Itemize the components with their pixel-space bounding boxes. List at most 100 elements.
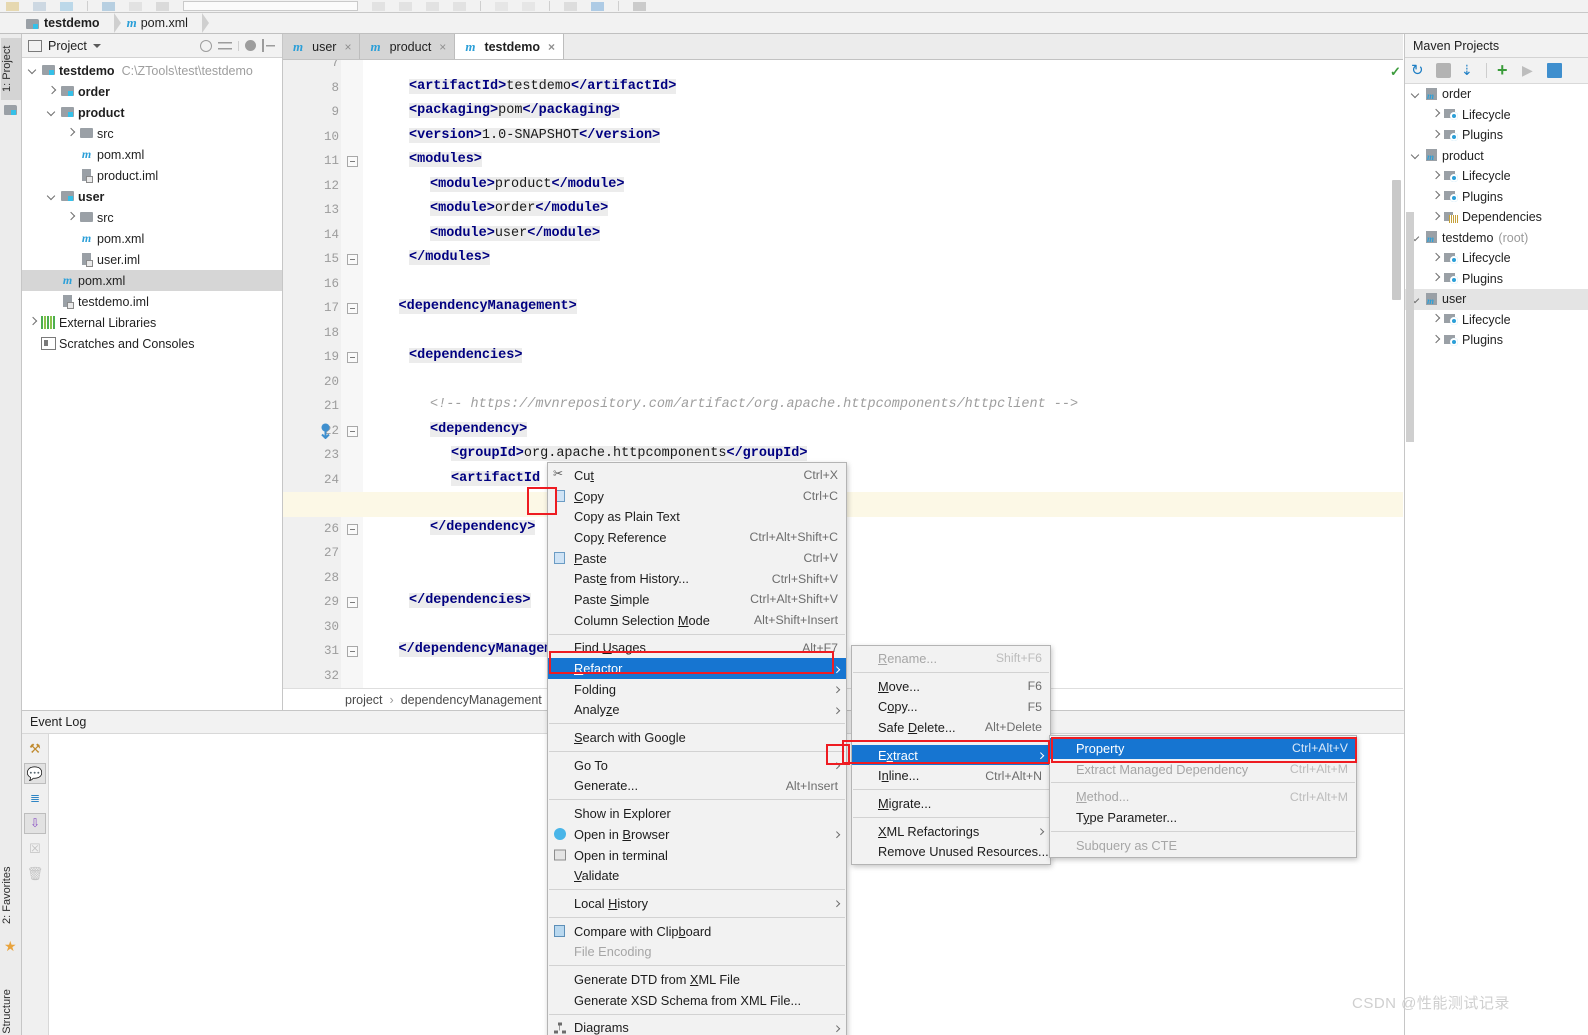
sidebar-item-project[interactable]: 1: Project xyxy=(1,38,21,100)
maven-tree-row[interactable]: Plugins xyxy=(1405,330,1588,351)
maven-tree-row[interactable]: Lifecycle xyxy=(1405,105,1588,126)
chevron-down-icon[interactable] xyxy=(1409,87,1424,102)
open-folder-icon[interactable] xyxy=(6,1,19,11)
inspection-status-badge[interactable]: ✓ xyxy=(1390,64,1401,80)
editor-tab-bar[interactable]: m user × m product × m testdemo × xyxy=(283,34,1403,60)
menu-item-search-with-google[interactable]: Search with Google xyxy=(548,727,846,748)
project-tree-row[interactable]: testdemo.iml xyxy=(22,291,282,312)
chevron-down-icon[interactable] xyxy=(45,105,60,120)
chevron-right-icon[interactable] xyxy=(1429,312,1444,327)
refactor-submenu[interactable]: Rename... Shift+F6 Move... F6 Copy... F5 Safe … xyxy=(851,645,1051,866)
project-tree-row[interactable]: m pom.xml xyxy=(22,270,282,291)
chevron-right-icon[interactable] xyxy=(1429,189,1444,204)
menu-item-xml-refactorings[interactable]: XML Refactorings xyxy=(852,821,1050,842)
project-tree-row[interactable]: order xyxy=(22,81,282,102)
editor-tab-user[interactable]: m user × xyxy=(283,34,361,59)
chevron-right-icon[interactable] xyxy=(1429,128,1444,143)
breadcrumb[interactable]: testdemo m pom.xml xyxy=(0,13,1588,34)
sidebar-item-favorites[interactable]: 2: Favorites xyxy=(1,854,21,936)
maven-tree-row[interactable]: testdemo (root) xyxy=(1405,228,1588,249)
menu-item-open-in-browser[interactable]: Open in Browser xyxy=(548,824,846,845)
editor-scrollbar[interactable] xyxy=(1392,180,1401,300)
project-tree-row[interactable]: product xyxy=(22,102,282,123)
menu-item-migrate[interactable]: Migrate... xyxy=(852,793,1050,814)
code-line[interactable]: <dependency> xyxy=(430,421,528,447)
project-tree-row[interactable]: user.iml xyxy=(22,249,282,270)
fold-toggle-icon[interactable] xyxy=(347,254,358,265)
code-line[interactable]: <artifactId>testdemo</artifactId> xyxy=(409,78,677,104)
code-line[interactable]: <module>user</module> xyxy=(430,225,601,251)
menu-item-paste-simple[interactable]: Paste Simple Ctrl+Alt+Shift+V xyxy=(548,589,846,610)
project-tree-row[interactable]: m pom.xml xyxy=(22,144,282,165)
project-tree-row[interactable]: External Libraries xyxy=(22,312,282,333)
chevron-right-icon[interactable] xyxy=(64,126,79,141)
menu-item-column-selection-mode[interactable]: Column Selection Mode Alt+Shift+Insert xyxy=(548,610,846,631)
settings-icon[interactable] xyxy=(633,1,646,11)
menu-item-move[interactable]: Move... F6 xyxy=(852,676,1050,697)
scroll-to-end-icon[interactable]: ⇩ xyxy=(24,813,46,834)
menu-item-refactor[interactable]: Refactor xyxy=(548,658,846,679)
back-icon[interactable] xyxy=(102,1,115,11)
fold-toggle-icon[interactable] xyxy=(347,352,358,363)
fold-toggle-icon[interactable] xyxy=(347,425,358,437)
chevron-right-icon[interactable] xyxy=(1429,333,1444,348)
menu-item-property[interactable]: Property Ctrl+Alt+V xyxy=(1050,738,1356,759)
chevron-right-icon[interactable] xyxy=(1429,107,1444,122)
editor-context-menu[interactable]: Cut Ctrl+X Copy Ctrl+C Copy as Plain Text Cop… xyxy=(547,462,847,1035)
code-line[interactable]: </dependencies> xyxy=(409,593,531,618)
chevron-right-icon[interactable] xyxy=(1429,251,1444,266)
menu-item-type-parameter[interactable]: Type Parameter... xyxy=(1050,807,1356,828)
code-line[interactable]: <groupId>com.zhoutian.testdemo</groupId> xyxy=(409,69,733,79)
editor-breadcrumb-item-1[interactable]: dependencyManagement xyxy=(401,693,542,707)
close-icon[interactable]: × xyxy=(439,40,446,54)
chevron-right-icon[interactable] xyxy=(64,210,79,225)
generate-sources-icon[interactable] xyxy=(1436,63,1451,78)
fold-toggle-icon[interactable] xyxy=(347,303,358,314)
maven-tree-row[interactable]: Plugins xyxy=(1405,187,1588,208)
maven-tree-row[interactable]: Lifecycle xyxy=(1405,310,1588,331)
menu-item-safe-delete[interactable]: Safe Delete... Alt+Delete xyxy=(852,717,1050,738)
menu-item-remove-unused-resources[interactable]: Remove Unused Resources... xyxy=(852,842,1050,863)
editor-breadcrumb-item-0[interactable]: project xyxy=(345,693,383,707)
expand-list-icon[interactable]: ≣ xyxy=(24,788,46,809)
code-line[interactable]: <dependencies> xyxy=(409,348,523,373)
menu-item-copy[interactable]: Copy... F5 xyxy=(852,696,1050,717)
fold-toggle-icon[interactable] xyxy=(347,646,358,657)
maven-tree-row[interactable]: Dependencies xyxy=(1405,207,1588,228)
menu-item-compare-with-clipboard[interactable]: Compare with Clipboard xyxy=(548,921,846,942)
breadcrumb-item-file[interactable]: m pom.xml xyxy=(127,13,202,34)
project-tree-row[interactable]: m pom.xml xyxy=(22,228,282,249)
maven-tree-row[interactable]: user xyxy=(1405,289,1588,310)
extract-submenu[interactable]: Property Ctrl+Alt+V Extract Managed Depend… xyxy=(1049,735,1357,859)
settings-wrench-icon[interactable]: ⚒ xyxy=(24,738,46,759)
menu-item-folding[interactable]: Folding xyxy=(548,679,846,700)
download-sources-icon[interactable]: ⇣ xyxy=(1461,63,1476,78)
reimport-icon[interactable]: ↻ xyxy=(1411,63,1426,78)
run-configuration-selector[interactable] xyxy=(183,1,358,11)
code-line[interactable]: <modules> xyxy=(409,152,482,177)
editor-fold-gutter[interactable] xyxy=(341,60,363,688)
editor-tab-product[interactable]: m product × xyxy=(360,34,456,59)
chevron-down-icon[interactable] xyxy=(1409,148,1424,163)
menu-item-copy-reference[interactable]: Copy Reference Ctrl+Alt+Shift+C xyxy=(548,527,846,548)
project-tree-row[interactable]: src xyxy=(22,207,282,228)
menu-item-copy[interactable]: Copy Ctrl+C xyxy=(548,486,846,507)
settings-gear-icon[interactable] xyxy=(245,40,256,51)
project-tree[interactable]: testdemo C:\ZTools\test\testdemo order prod… xyxy=(22,58,282,354)
code-line[interactable]: <!-- https://mvnrepository.com/artifact/… xyxy=(430,397,1078,422)
hide-icon[interactable] xyxy=(262,38,276,53)
execute-goal-icon[interactable] xyxy=(1547,63,1562,78)
breadcrumb-item-project[interactable]: testdemo xyxy=(26,13,114,34)
build-icon[interactable] xyxy=(156,1,169,11)
maven-tree-row[interactable]: Plugins xyxy=(1405,269,1588,290)
close-icon[interactable]: × xyxy=(344,40,351,54)
menu-item-generate-dtd-from-xml-file[interactable]: Generate DTD from XML File xyxy=(548,969,846,990)
event-log-gutter[interactable]: ⚒ 💬 ≣ ⇩ ☒ 🗑 xyxy=(22,734,49,1035)
project-tree-row[interactable]: testdemo C:\ZTools\test\testdemo xyxy=(22,60,282,81)
maven-tree[interactable]: order Lifecycle Plugins product Lifecycle Plu… xyxy=(1405,84,1588,351)
menu-item-generate[interactable]: Generate... Alt+Insert xyxy=(548,776,846,797)
menu-item-cut[interactable]: Cut Ctrl+X xyxy=(548,465,846,486)
chevron-down-icon[interactable] xyxy=(45,189,60,204)
menu-item-validate[interactable]: Validate xyxy=(548,865,846,886)
chevron-right-icon[interactable] xyxy=(1429,169,1444,184)
